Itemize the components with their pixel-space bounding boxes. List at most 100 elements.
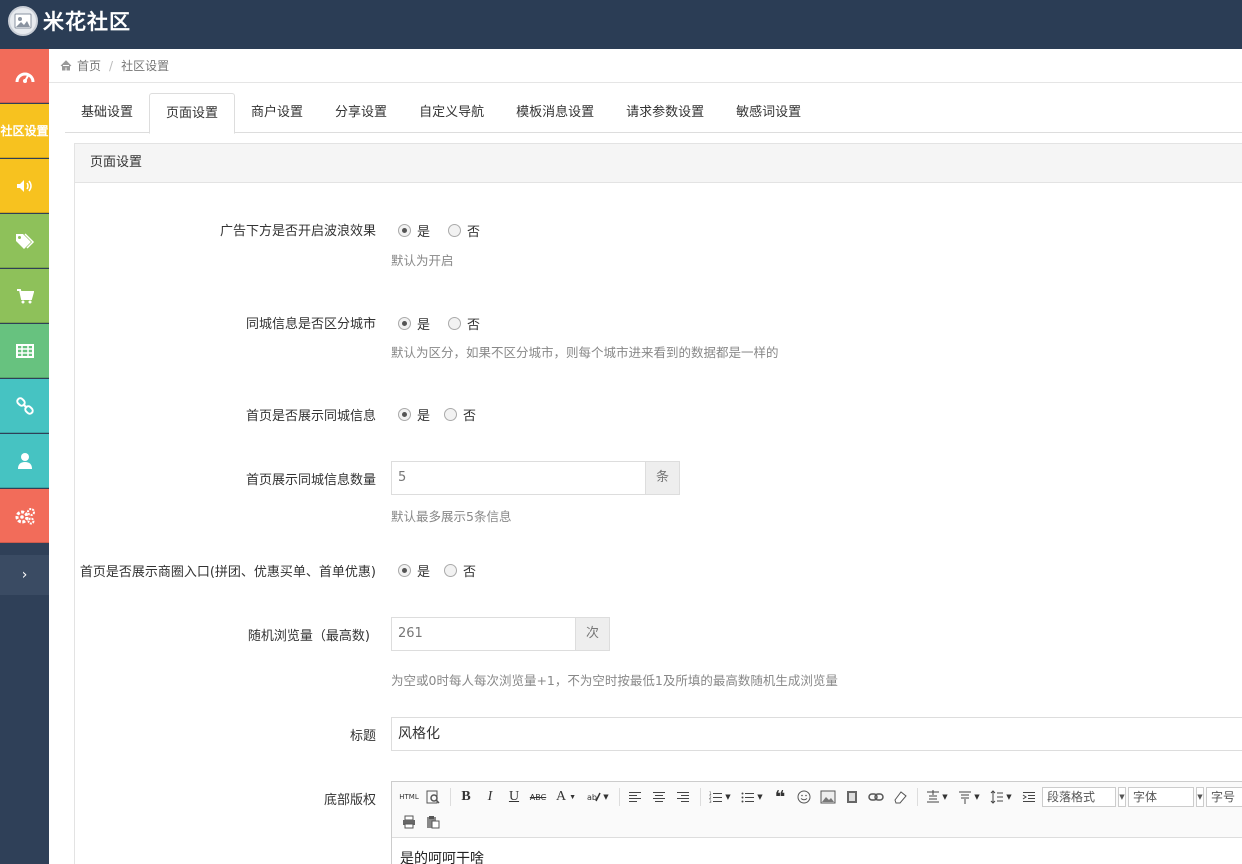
radio-checked-icon (398, 317, 411, 330)
chevron-right-icon: › (21, 567, 28, 583)
radio-label: 是 (417, 409, 431, 424)
random-views-input[interactable]: 261 (391, 617, 576, 651)
gears-icon (15, 507, 35, 524)
indent-icon[interactable] (1018, 787, 1040, 807)
home-count-input[interactable]: 5 (391, 461, 646, 495)
html-source-button[interactable]: HTML (398, 787, 420, 807)
tab-custom-nav[interactable]: 自定义导航 (403, 93, 500, 133)
wave-yes-radio[interactable]: 是 (398, 221, 430, 240)
sidebar-item-dashboard[interactable] (0, 49, 49, 103)
strikethrough-button[interactable]: ABC (527, 787, 549, 807)
home-show-radio-group: 是 否 (398, 405, 494, 424)
tab-merchant[interactable]: 商户设置 (235, 93, 319, 133)
wave-help: 默认为开启 (391, 253, 454, 268)
unordered-list-icon[interactable]: ▼ (737, 787, 767, 807)
highlight-icon[interactable]: ab ▼ (583, 787, 613, 807)
radio-unchecked-icon (448, 317, 462, 330)
sidebar: 社区设置 › (0, 49, 49, 864)
link-icon[interactable] (865, 787, 887, 807)
city-radio-group: 是 否 (398, 314, 498, 333)
wave-no-radio[interactable]: 否 (448, 221, 480, 240)
tab-page[interactable]: 页面设置 (149, 93, 236, 134)
city-label: 同城信息是否区分城市 (245, 317, 376, 332)
sidebar-toggle-button[interactable]: › (0, 555, 49, 595)
blockquote-icon[interactable]: ❝ (769, 787, 791, 808)
editor-toolbar: HTML B I U ABC A ▼ ab ▼ 1 2 3 ▼ ▼ ❝ ▼ ▼ ▼ (392, 782, 1242, 838)
breadcrumb-current: 社区设置 (121, 59, 170, 73)
radio-label: 否 (463, 565, 477, 580)
top-bar: 米花社区 (0, 0, 1242, 49)
city-no-radio[interactable]: 否 (448, 314, 480, 333)
sidebar-item-users[interactable] (0, 434, 49, 488)
ordered-list-icon[interactable]: 1 2 3 ▼ (705, 787, 735, 807)
volume-icon (16, 179, 32, 192)
sidebar-item-shop[interactable] (0, 269, 49, 323)
title-label: 标题 (349, 729, 376, 744)
wave-radio-group: 是 否 (398, 221, 498, 240)
tab-sensitive-words[interactable]: 敏感词设置 (720, 93, 817, 133)
align-right-icon[interactable] (672, 787, 694, 807)
breadcrumb-separator: / (109, 58, 114, 73)
sidebar-item-community-settings[interactable]: 社区设置 (0, 104, 49, 158)
home-icon (60, 60, 72, 71)
settings-panel: 页面设置 (74, 143, 1242, 864)
random-views-input-group: 261 次 (391, 617, 611, 651)
home-count-unit: 条 (646, 461, 681, 495)
title-input[interactable]: 风格化 (391, 717, 1242, 751)
tab-template-message[interactable]: 模板消息设置 (500, 93, 610, 133)
align-left-icon[interactable] (624, 787, 646, 807)
radio-label: 是 (417, 565, 431, 580)
align-center-icon[interactable] (648, 787, 670, 807)
caret-down-icon[interactable]: ▼ (1118, 787, 1126, 807)
video-icon[interactable] (841, 787, 863, 807)
paste-icon[interactable] (422, 812, 444, 832)
radio-checked-icon (398, 408, 411, 421)
brand[interactable]: 米花社区 (8, 6, 131, 36)
paragraph-format-select[interactable]: 段落格式 (1042, 787, 1116, 807)
tab-basic[interactable]: 基础设置 (65, 93, 149, 133)
sidebar-item-tags[interactable] (0, 214, 49, 268)
select-value: 字体 (1133, 790, 1158, 804)
editor-content[interactable]: 是的呵呵干啥 (392, 838, 1242, 864)
logo-icon (8, 6, 38, 36)
toolbar-separator (450, 788, 451, 806)
italic-button[interactable]: I (479, 787, 501, 807)
print-icon[interactable] (398, 812, 420, 832)
bold-button[interactable]: B (455, 787, 477, 807)
emoji-icon[interactable] (793, 787, 815, 807)
home-count-input-group: 5 条 (391, 461, 681, 495)
home-show-no-radio[interactable]: 否 (444, 405, 476, 424)
breadcrumb-home-link[interactable]: 首页 (77, 57, 101, 74)
random-views-help: 为空或0时每人每次浏览量+1，不为空时按最低1及所填的最高数随机生成浏览量 (391, 673, 838, 688)
sidebar-item-links[interactable] (0, 379, 49, 433)
radio-unchecked-icon (448, 224, 462, 237)
preview-icon[interactable] (422, 787, 444, 807)
eraser-icon[interactable] (889, 787, 911, 807)
font-family-select[interactable]: 字体 (1128, 787, 1194, 807)
sidebar-item-notice[interactable] (0, 159, 49, 213)
city-yes-radio[interactable]: 是 (398, 314, 430, 333)
home-show-label: 首页是否展示同城信息 (245, 409, 376, 424)
link-icon (15, 396, 34, 415)
sidebar-item-data[interactable] (0, 324, 49, 378)
row-spacing-bottom-icon[interactable]: ▼ (954, 787, 984, 807)
radio-label: 否 (463, 409, 477, 424)
font-size-select[interactable]: 字号 (1206, 787, 1242, 807)
radio-label: 是 (417, 318, 431, 333)
font-color-button[interactable]: A ▼ (551, 787, 581, 807)
underline-button[interactable]: U (503, 787, 525, 807)
toolbar-separator (917, 788, 918, 806)
radio-checked-icon (398, 564, 411, 577)
line-height-icon[interactable]: ▼ (986, 787, 1016, 807)
home-show-yes-radio[interactable]: 是 (398, 405, 430, 424)
caret-down-icon[interactable]: ▼ (1196, 787, 1204, 807)
svg-text:3: 3 (709, 799, 712, 803)
sidebar-item-system[interactable] (0, 489, 49, 543)
row-spacing-top-icon[interactable]: ▼ (922, 787, 952, 807)
tab-share[interactable]: 分享设置 (319, 93, 403, 133)
image-icon[interactable] (817, 787, 839, 807)
business-entry-no-radio[interactable]: 否 (444, 561, 476, 580)
business-entry-yes-radio[interactable]: 是 (398, 561, 430, 580)
tab-request-params[interactable]: 请求参数设置 (610, 93, 720, 133)
business-entry-label: 首页是否展示商圈入口(拼团、优惠买单、首单优惠) (79, 565, 376, 580)
